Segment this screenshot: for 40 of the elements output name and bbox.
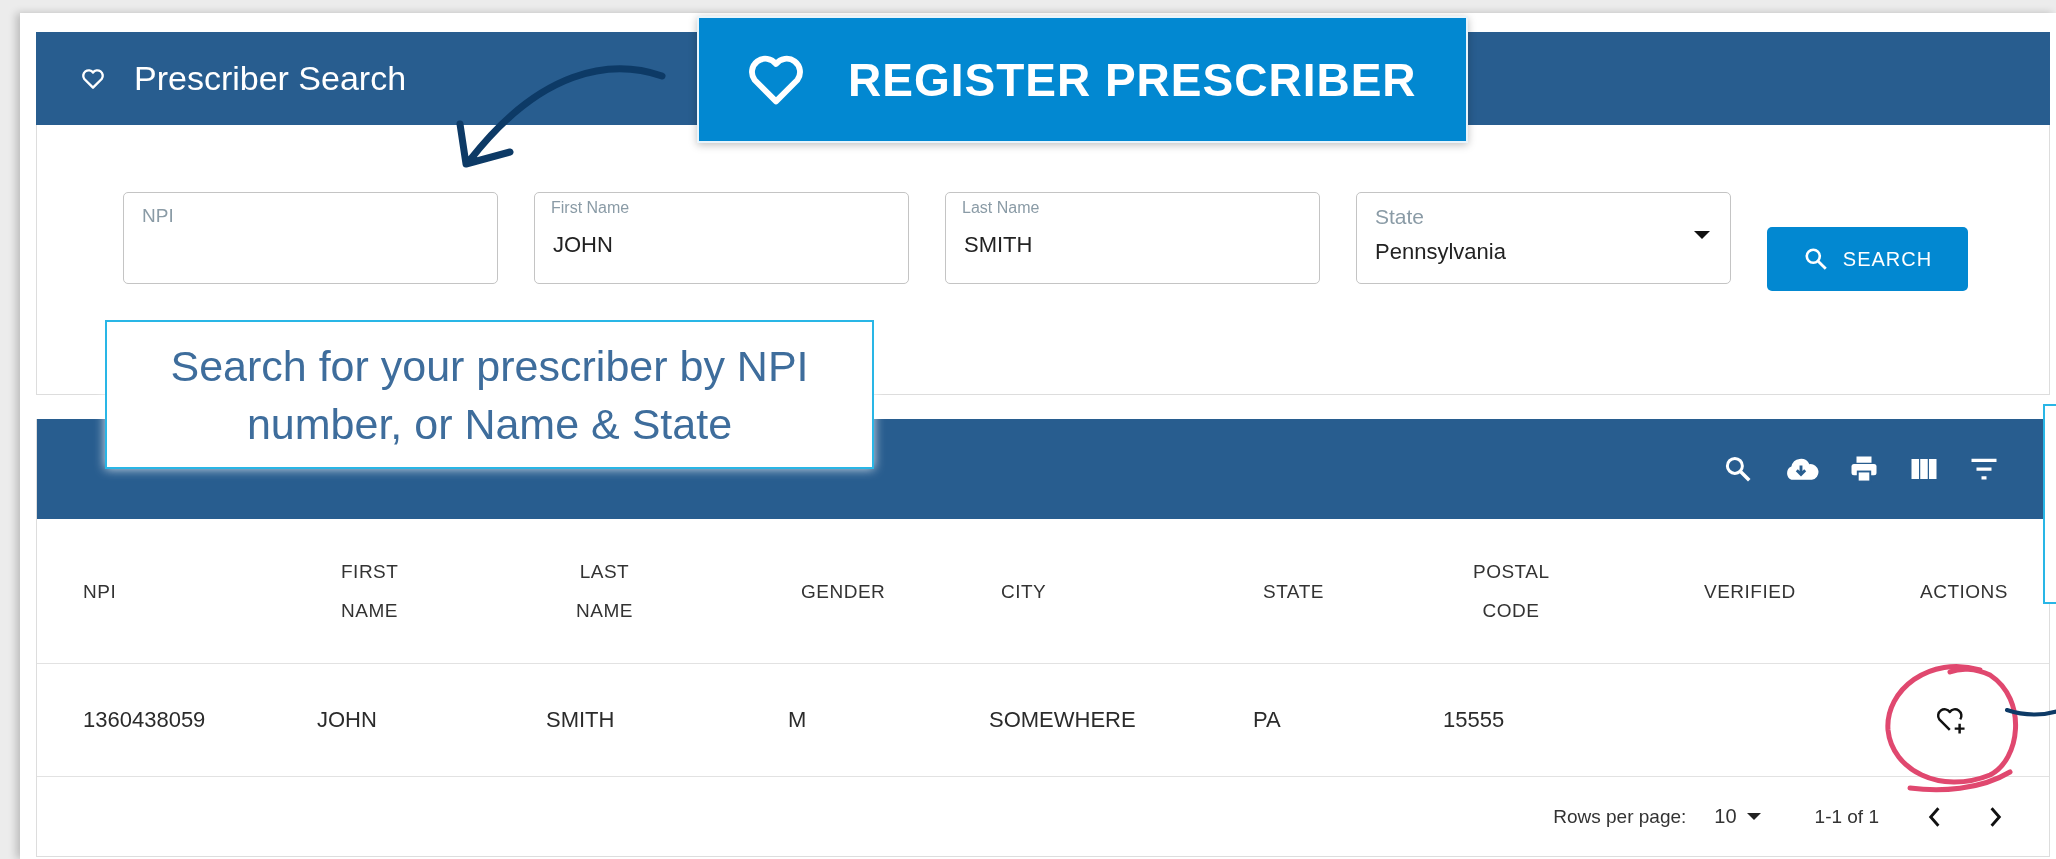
column-header[interactable]: NPI	[83, 571, 117, 611]
column-header[interactable]: POSTAL CODE	[1473, 552, 1549, 630]
table-cell: 1360438059	[83, 707, 206, 733]
field-label: NPI	[142, 204, 175, 227]
column-header[interactable]: CITY	[1001, 571, 1047, 611]
search-icon[interactable]	[1723, 454, 1753, 484]
column-header[interactable]: GENDER	[801, 571, 886, 611]
table-cell: SOMEWHERE	[989, 707, 1136, 733]
table-cell: SMITH	[546, 707, 615, 733]
table-cell: JOHN	[317, 707, 377, 733]
input-field[interactable]: Last Name SMITH	[945, 192, 1320, 284]
input-field[interactable]: First Name JOHN	[534, 192, 909, 284]
field-value: Pennsylvania	[1375, 239, 1507, 265]
column-header[interactable]: LAST NAME	[576, 552, 633, 630]
column-header[interactable]: ACTIONS	[1920, 571, 2008, 611]
dropdown-caret-icon	[1694, 231, 1710, 239]
callout-text: Search for your prescriber by NPI number, or Name & State	[169, 340, 810, 450]
table-cell: 15555	[1443, 707, 1505, 733]
column-header[interactable]: VERIFIED	[1704, 571, 1796, 611]
previous-page-icon[interactable]	[1927, 805, 1941, 828]
rows-per-page-label: Rows per page:	[1553, 805, 1687, 828]
field-label: State	[1375, 204, 1426, 229]
search-button[interactable]: SEARCH	[1767, 227, 1968, 291]
rows-per-page-select[interactable]: 10	[1714, 805, 1761, 828]
table-cell: PA	[1253, 707, 1281, 733]
print-icon[interactable]	[1849, 454, 1879, 484]
caret-icon	[1746, 813, 1761, 820]
column-header[interactable]: FIRST NAME	[341, 552, 399, 630]
next-page-icon[interactable]	[1989, 805, 2003, 828]
field-value: JOHN	[553, 232, 614, 258]
field-label: Last Name	[962, 199, 1041, 217]
column-header[interactable]: STATE	[1263, 571, 1324, 611]
field-label: First Name	[551, 199, 631, 217]
add-favorite-icon[interactable]	[1935, 705, 1967, 735]
page-title: Prescriber Search	[134, 59, 407, 98]
banner-text: REGISTER PRESCRIBER	[848, 52, 1417, 107]
select-field[interactable]: State Pennsylvania	[1356, 192, 1731, 284]
table-cell: M	[788, 707, 807, 733]
page-range: 1-1 of 1	[1814, 805, 1879, 828]
field-value: SMITH	[964, 232, 1034, 258]
